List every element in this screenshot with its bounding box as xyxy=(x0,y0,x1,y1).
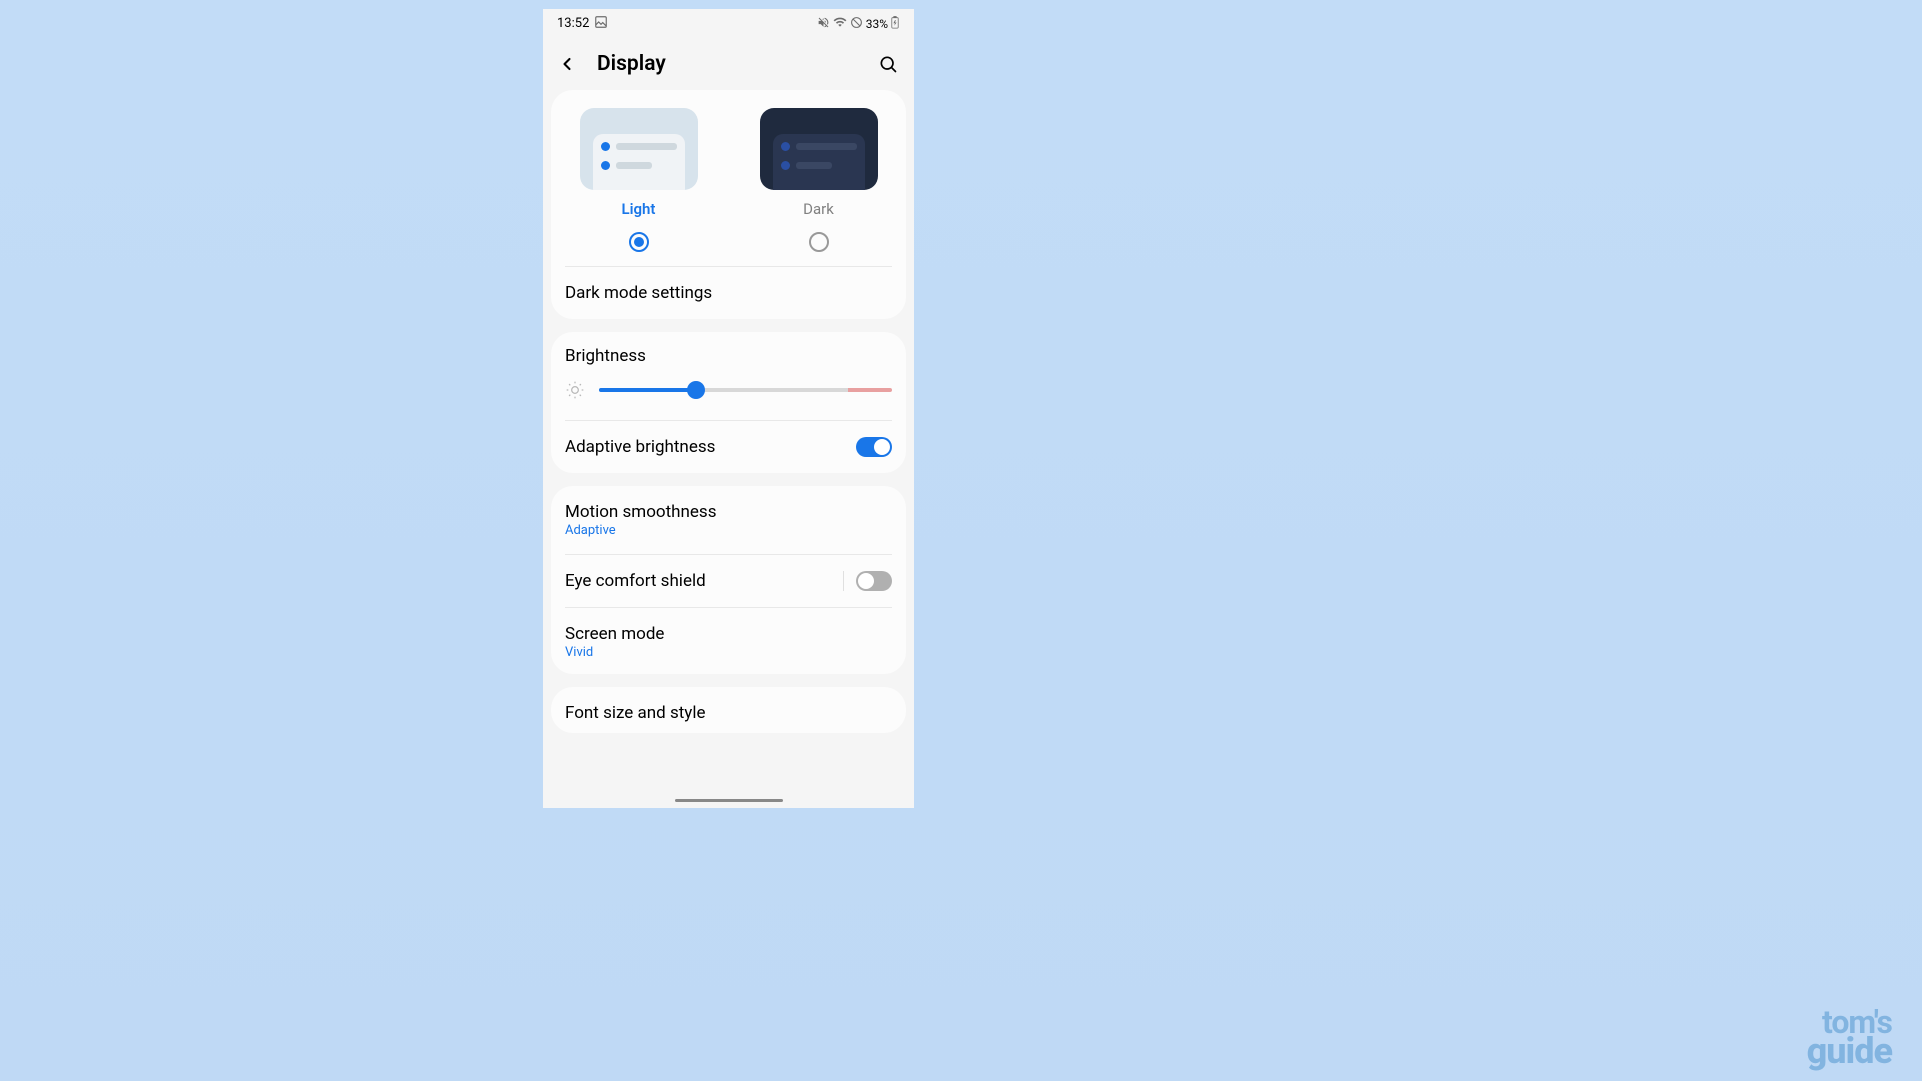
radio-light[interactable] xyxy=(629,232,649,252)
font-card: Font size and style xyxy=(551,687,906,733)
brightness-label: Brightness xyxy=(565,346,892,366)
theme-selector: Light Dark xyxy=(551,90,906,266)
toggle-divider xyxy=(843,571,844,591)
eye-comfort-shield-item[interactable]: Eye comfort shield xyxy=(551,555,906,607)
home-indicator[interactable] xyxy=(675,799,783,802)
brightness-section: Brightness xyxy=(551,332,906,420)
battery-charging-icon xyxy=(891,16,899,32)
display-options-card: Motion smoothness Adaptive Eye comfort s… xyxy=(551,486,906,674)
slider-thumb[interactable] xyxy=(687,381,705,399)
motion-smoothness-item[interactable]: Motion smoothness Adaptive xyxy=(551,486,906,554)
font-size-style-item[interactable]: Font size and style xyxy=(551,687,906,733)
adaptive-brightness-item[interactable]: Adaptive brightness xyxy=(551,421,906,473)
screen-mode-label: Screen mode xyxy=(565,624,664,644)
page-title: Display xyxy=(597,52,858,76)
font-size-style-label: Font size and style xyxy=(565,703,706,723)
theme-card: Light Dark Dark mode settings xyxy=(551,90,906,319)
status-right: 33% xyxy=(817,15,899,32)
eye-comfort-shield-label: Eye comfort shield xyxy=(565,571,706,591)
watermark-line2: guide xyxy=(1807,1036,1892,1067)
screen-mode-item[interactable]: Screen mode Vivid xyxy=(551,608,906,674)
back-button[interactable] xyxy=(555,52,579,76)
status-bar: 13:52 33% xyxy=(543,9,914,38)
adaptive-brightness-label: Adaptive brightness xyxy=(565,437,715,457)
brightness-icon xyxy=(565,380,585,400)
theme-label-light: Light xyxy=(622,200,656,218)
wifi-icon xyxy=(833,15,847,32)
brightness-slider[interactable] xyxy=(599,388,892,392)
motion-smoothness-label: Motion smoothness xyxy=(565,502,716,522)
mute-icon xyxy=(817,16,830,32)
eye-comfort-shield-toggle[interactable] xyxy=(856,571,892,591)
adaptive-brightness-toggle[interactable] xyxy=(856,437,892,457)
screen-mode-value: Vivid xyxy=(565,645,664,660)
watermark: tom's guide xyxy=(1807,1009,1892,1067)
image-icon xyxy=(594,15,608,32)
dnd-icon xyxy=(850,16,863,32)
brightness-card: Brightness Adaptive brightness xyxy=(551,332,906,473)
theme-option-dark[interactable]: Dark xyxy=(760,108,878,252)
motion-smoothness-value: Adaptive xyxy=(565,523,716,538)
light-theme-preview-icon xyxy=(580,108,698,190)
status-left: 13:52 xyxy=(557,15,608,32)
dark-mode-settings-label: Dark mode settings xyxy=(565,283,712,303)
search-button[interactable] xyxy=(876,52,900,76)
search-icon xyxy=(878,54,898,74)
brightness-control xyxy=(565,380,892,400)
radio-dark[interactable] xyxy=(809,232,829,252)
chevron-left-icon xyxy=(557,54,577,74)
dark-mode-settings-item[interactable]: Dark mode settings xyxy=(551,267,906,319)
dark-theme-preview-icon xyxy=(760,108,878,190)
theme-label-dark: Dark xyxy=(803,200,834,218)
theme-option-light[interactable]: Light xyxy=(580,108,698,252)
phone-frame: 13:52 33% Display xyxy=(543,9,914,808)
content-area: Light Dark Dark mode settings xyxy=(543,90,914,733)
battery-percent: 33% xyxy=(866,17,888,31)
header: Display xyxy=(543,38,914,90)
status-time: 13:52 xyxy=(557,16,589,31)
